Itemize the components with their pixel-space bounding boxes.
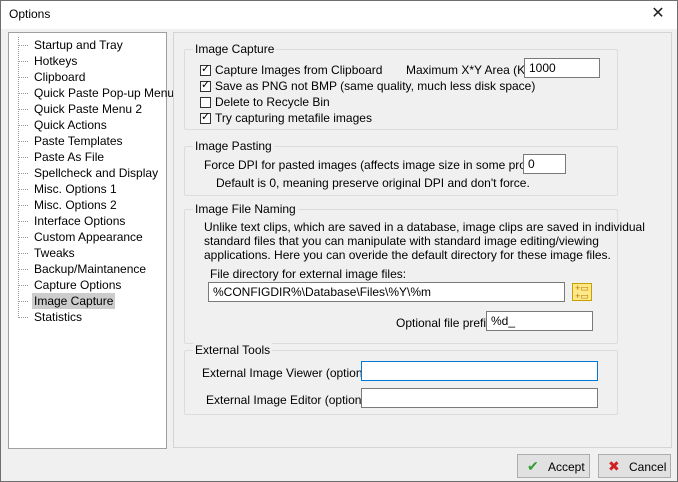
browse-folder-icon[interactable]: +▭ +▭ — [572, 283, 592, 301]
options-window: Options ✕ Startup and Tray Hotkeys Clipboa… — [0, 0, 678, 482]
tree-connector — [18, 285, 28, 286]
tree-item-label: Quick Paste Pop-up Menu — [34, 86, 175, 100]
tree-connector — [18, 141, 28, 142]
tree-connector — [18, 93, 28, 94]
tree-connector — [18, 125, 28, 126]
tree-connector — [18, 237, 28, 238]
tree-item-label: Statistics — [34, 310, 83, 324]
tree-connector — [18, 173, 28, 174]
delete-to-recycle-checkbox[interactable] — [200, 97, 211, 108]
capture-from-clipboard-checkbox[interactable]: ✓ — [200, 63, 211, 76]
tree-connector-line — [18, 37, 19, 316]
settings-panel: Image Capture ✓ Capture Images from Clip… — [173, 32, 672, 448]
tree-item-label: Paste As File — [34, 150, 105, 164]
image-editor-input[interactable] — [361, 388, 598, 408]
default-dpi-note: Default is 0, meaning preserve original … — [216, 176, 530, 190]
tree-item-label: Quick Actions — [34, 118, 107, 132]
tree-connector — [18, 301, 28, 302]
tree-connector — [18, 221, 28, 222]
image-viewer-label: External Image Viewer (optional): — [202, 366, 380, 380]
file-prefix-input[interactable]: %d_ — [486, 311, 593, 331]
file-directory-input[interactable]: %CONFIGDIR%\Database\Files\%Y\%m — [208, 282, 565, 302]
image-viewer-input[interactable] — [361, 361, 598, 381]
image-pasting-title: Image Pasting — [193, 139, 274, 153]
tree-item-label: Backup/Maintanence — [34, 262, 147, 276]
file-directory-label: File directory for external image files: — [210, 267, 407, 281]
tree-item-label: Custom Appearance — [34, 230, 143, 244]
tree-connector — [18, 157, 28, 158]
tree-connector — [18, 109, 28, 110]
naming-description-line1: Unlike text clips, which are saved in a … — [204, 220, 645, 234]
tree-connector — [18, 189, 28, 190]
tree-item-label: Misc. Options 2 — [34, 198, 117, 212]
tree-connector — [18, 77, 28, 78]
tree-item-label: Spellcheck and Display — [34, 166, 159, 180]
external-tools-title: External Tools — [193, 343, 273, 357]
capture-from-clipboard-label: Capture Images from Clipboard — [215, 63, 383, 77]
tree-connector — [18, 45, 28, 46]
cancel-button[interactable]: ✖ Cancel — [598, 454, 671, 478]
tree-item-label: Startup and Tray — [34, 38, 123, 52]
force-dpi-input[interactable]: 0 — [523, 154, 566, 174]
save-as-png-label: Save as PNG not BMP (same quality, much … — [215, 79, 536, 93]
options-tree[interactable]: Startup and Tray Hotkeys Clipboard Quick Pa… — [8, 32, 174, 449]
tree-item-label: Hotkeys — [34, 54, 78, 68]
max-area-label: Maximum X*Y Area (Kb) — [406, 63, 536, 77]
tree-item-label: Clipboard — [34, 70, 86, 84]
cancel-label: Cancel — [629, 460, 667, 474]
tree-item-label: Interface Options — [34, 214, 126, 228]
check-icon: ✓ — [201, 63, 211, 75]
tree-connector — [18, 205, 28, 206]
tree-item-label: Paste Templates — [34, 134, 123, 148]
title-bar: Options ✕ — [1, 1, 677, 29]
image-capture-title: Image Capture — [193, 42, 277, 56]
accept-label: Accept — [548, 460, 585, 474]
tree-item-label: Capture Options — [34, 278, 122, 292]
tree-item-label: Image Capture — [32, 293, 116, 309]
tree-item-label: Quick Paste Menu 2 — [34, 102, 143, 116]
naming-description-line3: applications. Here you can overide the d… — [204, 248, 611, 262]
tree-connector — [18, 253, 28, 254]
check-icon: ✓ — [201, 79, 211, 91]
naming-description-line2: standard files that you can manipulate w… — [204, 234, 599, 248]
tree-item-label: Misc. Options 1 — [34, 182, 117, 196]
try-metafile-checkbox[interactable]: ✓ — [200, 111, 211, 124]
tree-connector — [18, 317, 28, 318]
tree-item-label: Tweaks — [34, 246, 75, 260]
checkmark-icon: ✔ — [527, 458, 539, 474]
close-icon[interactable]: ✕ — [645, 3, 671, 25]
force-dpi-label: Force DPI for pasted images (affects ima… — [204, 158, 567, 172]
tree-connector — [18, 61, 28, 62]
image-editor-label: External Image Editor (optional): — [206, 393, 379, 407]
try-metafile-label: Try capturing metafile images — [215, 111, 372, 125]
image-file-naming-title: Image File Naming — [193, 202, 298, 216]
check-icon: ✓ — [201, 111, 211, 123]
delete-to-recycle-label: Delete to Recycle Bin — [215, 95, 330, 109]
file-prefix-label: Optional file prefix: — [396, 316, 496, 330]
accept-button[interactable]: ✔ Accept — [517, 454, 590, 478]
window-title: Options — [9, 7, 51, 21]
cancel-x-icon: ✖ — [608, 458, 620, 474]
save-as-png-checkbox[interactable]: ✓ — [200, 79, 211, 92]
max-area-input[interactable]: 1000 — [524, 58, 600, 78]
tree-connector — [18, 269, 28, 270]
